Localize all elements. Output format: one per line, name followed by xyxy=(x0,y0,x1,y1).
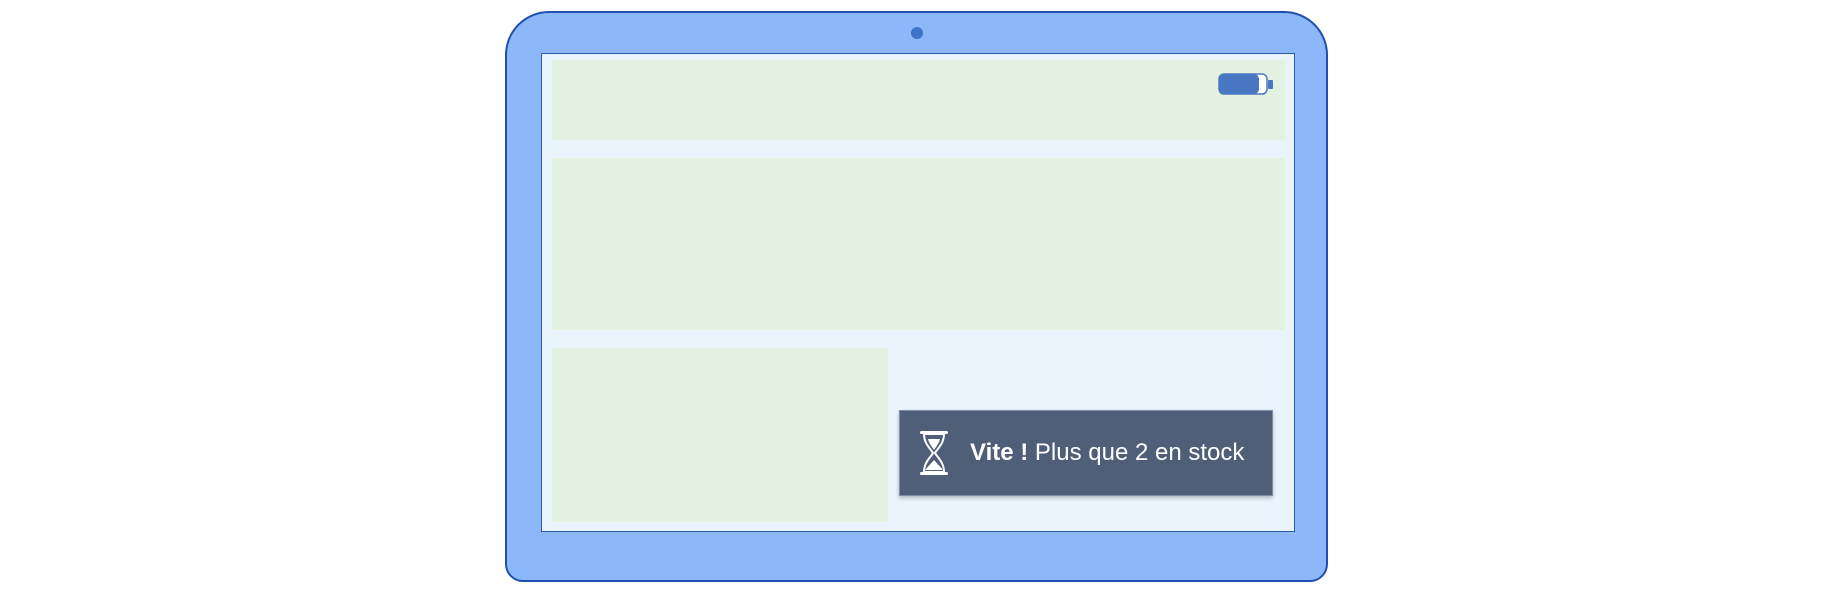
tablet-screen: Vite ! Plus que 2 en stock xyxy=(541,53,1295,532)
tablet-device: Vite ! Plus que 2 en stock xyxy=(505,11,1328,582)
camera-dot xyxy=(911,27,923,39)
low-stock-toast[interactable]: Vite ! Plus que 2 en stock xyxy=(899,410,1273,496)
toast-message: Vite ! Plus que 2 en stock xyxy=(970,439,1244,467)
toast-emphasis: Vite ! xyxy=(970,439,1029,466)
toast-detail: Plus que 2 en stock xyxy=(1034,439,1245,466)
battery-icon xyxy=(1218,72,1274,96)
header-placeholder xyxy=(552,60,1285,140)
side-placeholder xyxy=(552,348,888,522)
hero-placeholder xyxy=(552,158,1285,330)
hourglass-icon xyxy=(918,430,950,476)
